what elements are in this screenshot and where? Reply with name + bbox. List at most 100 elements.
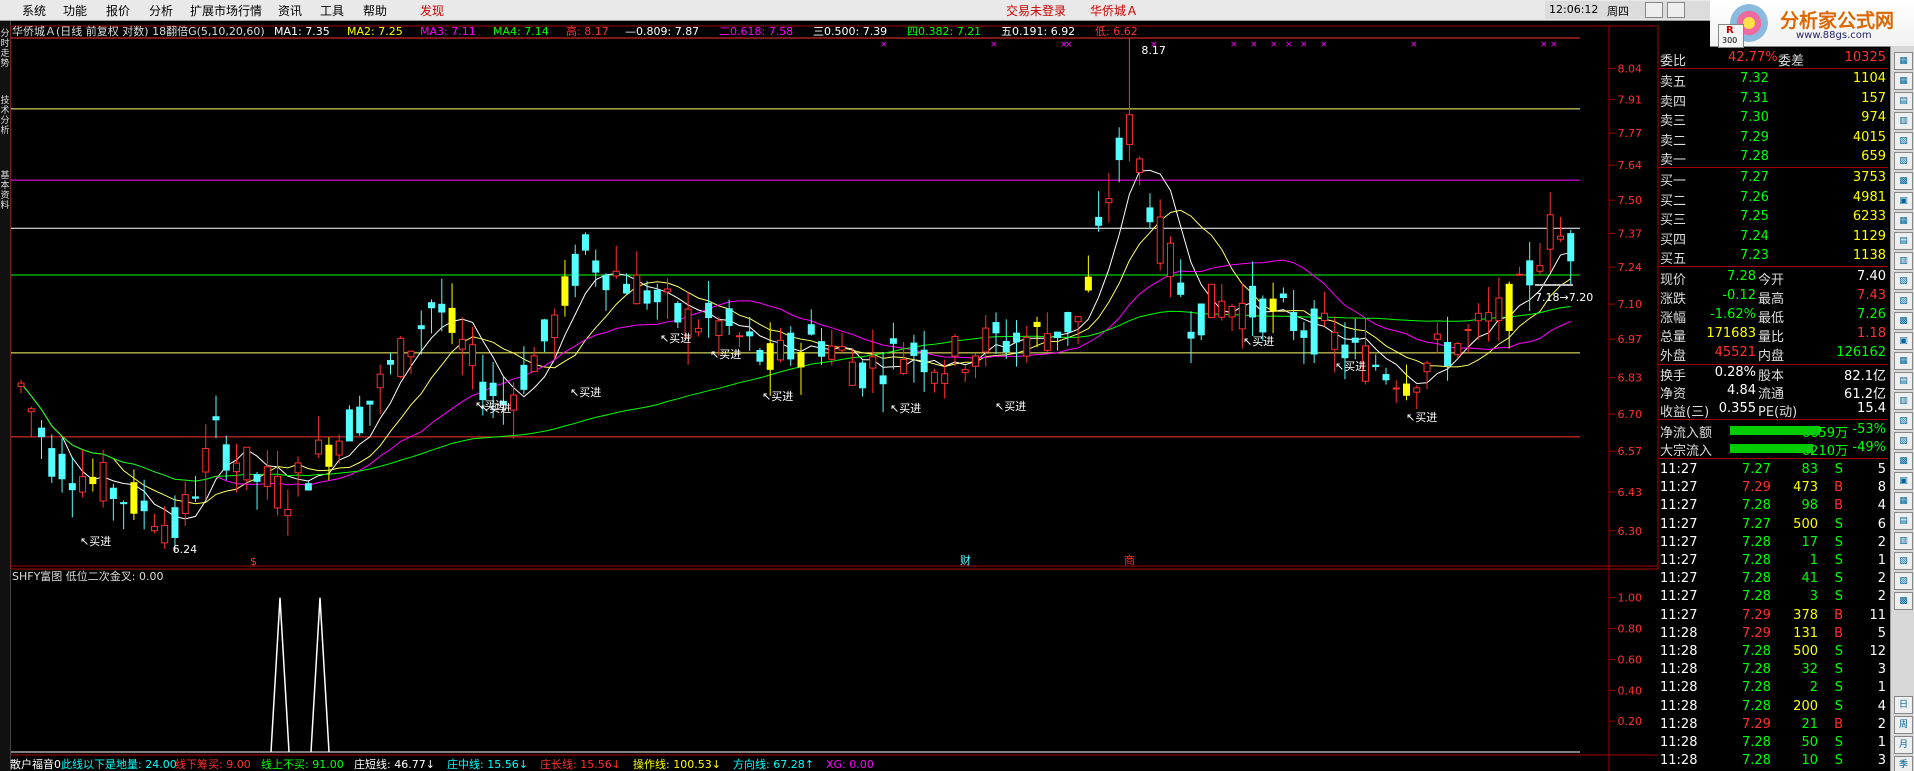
maximize-icon[interactable] bbox=[1667, 2, 1685, 18]
tick-price: 7.28 bbox=[1742, 571, 1771, 587]
side-tool-icon[interactable]: ▤ bbox=[1894, 372, 1913, 390]
period-month[interactable]: 月 bbox=[1894, 736, 1913, 754]
side-tool-icon[interactable]: ▤ bbox=[1894, 512, 1913, 530]
indicator-spike bbox=[310, 597, 330, 753]
y-tick-label: 6.83 bbox=[1618, 372, 1643, 385]
tick-time: 11:27 bbox=[1660, 553, 1698, 568]
candle-body bbox=[161, 524, 169, 544]
side-tool-icon[interactable]: ▦ bbox=[1894, 352, 1913, 370]
stat-label: 外盘 bbox=[1660, 349, 1687, 364]
r-badge[interactable]: R 300 bbox=[1718, 24, 1744, 48]
side-tool-icon[interactable]: ▥ bbox=[1894, 532, 1913, 550]
tick-count: 5 bbox=[1877, 625, 1886, 641]
side-tool-icon[interactable]: ▦ bbox=[1894, 492, 1913, 510]
tick-count: 2 bbox=[1877, 534, 1886, 550]
candle-body bbox=[1279, 293, 1287, 299]
ask-volume: 4015 bbox=[1852, 129, 1886, 145]
kline-chart[interactable]: 华侨城Ａ(日线 前复权 对数) 18翻倍G(5,10,20,60) MA1: 7.… bbox=[0, 0, 1660, 771]
candle-body bbox=[776, 339, 784, 361]
price-panel-frame bbox=[10, 25, 1659, 570]
candle-body bbox=[38, 427, 46, 438]
side-tool-icon[interactable]: ▨ bbox=[1894, 292, 1913, 310]
side-tool-icon[interactable]: ▨ bbox=[1894, 152, 1913, 170]
candle-body bbox=[27, 408, 35, 413]
candle-body bbox=[705, 302, 713, 318]
ask-label: 卖三 bbox=[1660, 114, 1687, 129]
side-tool-icon[interactable]: ▤ bbox=[1894, 92, 1913, 110]
r-badge-number: 300 bbox=[1722, 36, 1738, 45]
tick-time: 11:28 bbox=[1660, 716, 1698, 732]
side-tool-icon[interactable]: ▥ bbox=[1894, 252, 1913, 270]
candle-body bbox=[1259, 298, 1267, 333]
side-tool-icon[interactable]: ▤ bbox=[1894, 232, 1913, 250]
tick-price: 7.28 bbox=[1742, 553, 1771, 568]
tick-time: 11:28 bbox=[1660, 644, 1698, 659]
candle-body bbox=[171, 507, 179, 539]
side-tool-icon[interactable]: ▣ bbox=[1894, 332, 1913, 350]
buy-signal: ↖买进 bbox=[762, 390, 793, 403]
bottom-indicator-label: 方向线: 67.28↑ bbox=[733, 757, 814, 771]
divider bbox=[1658, 167, 1888, 168]
side-tool-icon[interactable]: ▩ bbox=[1894, 312, 1913, 330]
side-tool-icon[interactable]: ▦ bbox=[1894, 212, 1913, 230]
tick-row: 11:28 7.28 200 S 4 bbox=[1658, 699, 1888, 715]
y-tick-label: 0.40 bbox=[1618, 684, 1643, 697]
candle-body bbox=[1105, 198, 1113, 204]
period-day[interactable]: 日 bbox=[1894, 696, 1913, 714]
ask-row: 卖一 7.28 659 bbox=[1658, 149, 1888, 168]
stat-label: 总量 bbox=[1660, 330, 1687, 345]
side-tool-icon[interactable]: ▧ bbox=[1894, 552, 1913, 570]
candle-body bbox=[797, 352, 805, 368]
side-tool-icon[interactable]: ▩ bbox=[1894, 592, 1913, 610]
candle-body bbox=[1331, 331, 1339, 350]
side-tool-icon[interactable]: ▦ bbox=[1894, 52, 1913, 70]
candle-body bbox=[212, 416, 220, 421]
tick-row: 11:28 7.29 21 B 2 bbox=[1658, 717, 1888, 733]
ask-row: 卖四 7.31 157 bbox=[1658, 91, 1888, 110]
side-tool-icon[interactable]: ▩ bbox=[1894, 452, 1913, 470]
stat-row: 净资 4.84 流通 61.2亿 bbox=[1658, 383, 1888, 402]
side-tool-icon[interactable]: ▧ bbox=[1894, 272, 1913, 290]
candle-body bbox=[1320, 312, 1328, 322]
stat-label: 换手 bbox=[1660, 369, 1687, 384]
ask-row: 卖五 7.32 1104 bbox=[1658, 71, 1888, 90]
candle-body bbox=[746, 331, 754, 337]
period-quarter[interactable]: 季 bbox=[1894, 756, 1913, 771]
buy-signal: ↖买进 bbox=[80, 535, 111, 548]
top-marker: × bbox=[1300, 40, 1308, 50]
tick-count: 2 bbox=[1877, 589, 1886, 605]
weibi-row: 委比 42.77% 委差 10325 bbox=[1658, 50, 1888, 69]
candle-body bbox=[828, 345, 836, 360]
candle-body bbox=[818, 341, 826, 357]
side-tool-icon[interactable]: ▣ bbox=[1894, 472, 1913, 490]
side-tool-icon[interactable]: ▦ bbox=[1894, 72, 1913, 90]
bottom-indicator-label: 庄短线: 46.77↓ bbox=[354, 757, 435, 771]
candle-body bbox=[643, 290, 651, 304]
side-tool-icon[interactable]: ▧ bbox=[1894, 132, 1913, 150]
moving-average-line bbox=[20, 209, 1571, 505]
side-tool-icon[interactable]: ▨ bbox=[1894, 572, 1913, 590]
candle-body bbox=[694, 327, 702, 333]
bid-row: 买一 7.27 3753 bbox=[1658, 170, 1888, 189]
side-tool-icon[interactable]: ▥ bbox=[1894, 392, 1913, 410]
tick-side: S bbox=[1834, 553, 1843, 568]
chart-header-item: 二0.618: 7.58 bbox=[719, 25, 793, 38]
quote-panel: 委比 42.77% 委差 10325 卖五 7.32 1104 卖四 7.31 157 卖三… bbox=[1658, 46, 1888, 771]
candle-body bbox=[756, 349, 764, 362]
bottom-indicator-label: 庄中线: 15.56↓ bbox=[447, 757, 528, 771]
side-tool-icon[interactable]: ▨ bbox=[1894, 432, 1913, 450]
bid-row: 买四 7.24 1129 bbox=[1658, 229, 1888, 248]
candle-body bbox=[1454, 343, 1462, 356]
side-tool-icon[interactable]: ▧ bbox=[1894, 412, 1913, 430]
candle-body bbox=[848, 361, 856, 386]
bid-volume: 4981 bbox=[1852, 189, 1886, 205]
side-tool-icon[interactable]: ▩ bbox=[1894, 172, 1913, 190]
period-week[interactable]: 周 bbox=[1894, 716, 1913, 734]
tick-side: S bbox=[1834, 571, 1843, 587]
candle-body bbox=[417, 325, 425, 330]
side-tool-icon[interactable]: ▣ bbox=[1894, 192, 1913, 210]
side-tool-icon[interactable]: ▥ bbox=[1894, 112, 1913, 130]
tick-side: S bbox=[1834, 534, 1843, 550]
candle-body bbox=[859, 362, 867, 389]
chart-header-item: MA2: 7.25 bbox=[347, 25, 403, 38]
